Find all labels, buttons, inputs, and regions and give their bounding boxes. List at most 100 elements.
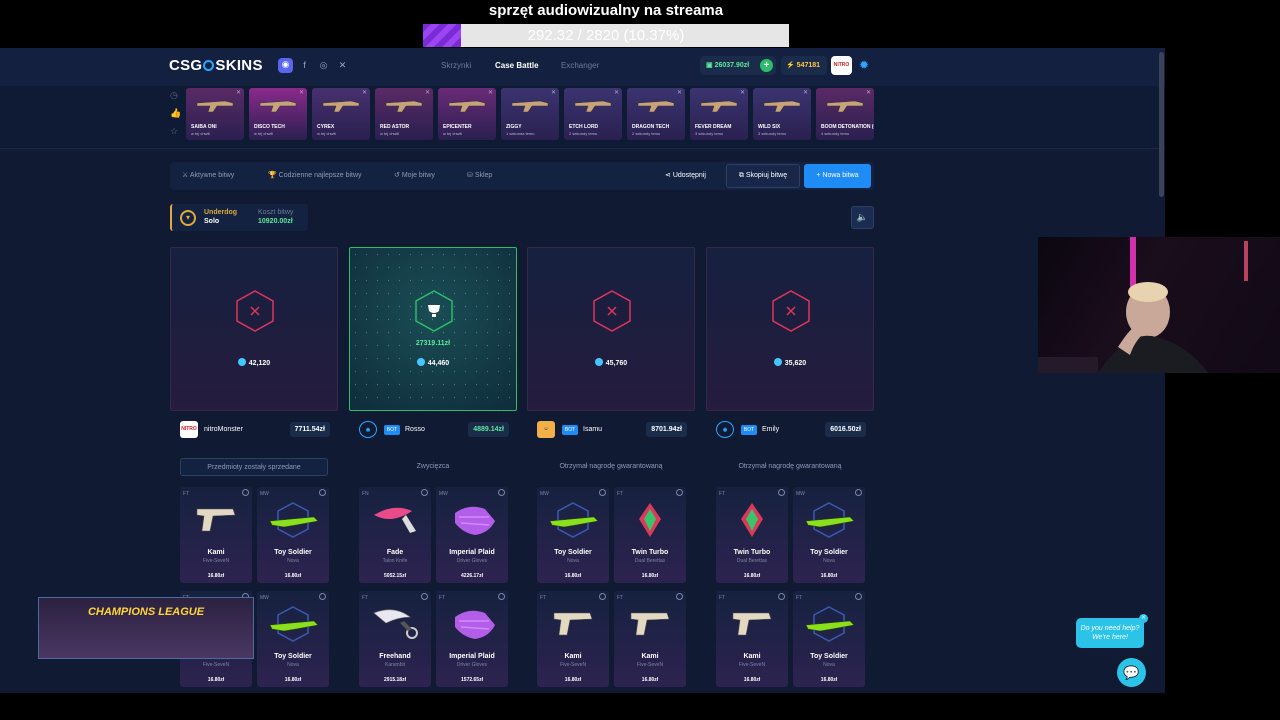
diamond-icon (773, 358, 782, 366)
page-scrollbar[interactable] (1159, 52, 1164, 197)
live-drop-name: ZIGGY (506, 124, 522, 130)
item-card[interactable]: FT Kami Five-SeveN 16.80zł (537, 591, 609, 687)
item-card[interactable]: FT Kami Five-SeveN 16.80zł (716, 591, 788, 687)
live-drop-card[interactable]: ZIGGY 1 sekunda temu ✕ (501, 88, 559, 140)
close-icon[interactable]: ✕ (1139, 614, 1148, 623)
info-icon[interactable] (599, 593, 606, 600)
player-status[interactable]: Przedmioty zostały sprzedane (180, 458, 328, 476)
live-drop-card[interactable]: WILD SIX 3 sekundy temu ✕ (753, 88, 811, 140)
info-icon[interactable] (676, 489, 683, 496)
chat-button[interactable]: 💬 (1117, 658, 1146, 687)
close-icon[interactable]: ✕ (488, 89, 493, 96)
facebook-icon[interactable]: f (298, 59, 311, 72)
info-icon[interactable] (242, 489, 249, 496)
close-icon[interactable]: ✕ (425, 89, 430, 96)
close-icon[interactable]: ✕ (803, 89, 808, 96)
new-battle-button[interactable]: + Nowa bitwa (804, 164, 871, 188)
add-balance-button[interactable]: + (760, 59, 773, 72)
item-card[interactable]: FT Kami Five-SeveN 16.80zł (180, 487, 252, 583)
close-icon[interactable]: ✕ (362, 89, 367, 96)
item-value: 16.80zł (820, 573, 838, 579)
tab-my-battles[interactable]: ↺ Moje bitwy (394, 171, 435, 179)
tab-daily-best[interactable]: 🏆 Codzienne najlepsze bitwy (268, 171, 362, 179)
item-card[interactable]: MW Toy Soldier Nova 16.80zł (793, 487, 865, 583)
item-card[interactable]: MW Imperial Plaid Driver Gloves 4226.17zł (436, 487, 508, 583)
info-icon[interactable] (855, 489, 862, 496)
bot-badge: BOT (741, 425, 757, 435)
avatar[interactable]: ☺ (537, 421, 555, 438)
copy-battle-button[interactable]: ⧉ Skopiuj bitwę (726, 164, 800, 188)
info-icon[interactable] (676, 593, 683, 600)
item-card[interactable]: FT Twin Turbo Dual Berettas 16.80zł (614, 487, 686, 583)
info-icon[interactable] (498, 593, 505, 600)
item-name: Kami (743, 653, 761, 660)
info-icon[interactable] (778, 489, 785, 496)
live-drop-card[interactable]: RED ASTOR w tej chwili ✕ (375, 88, 433, 140)
balance[interactable]: ▣ 26037.90zł + (700, 56, 776, 75)
info-icon[interactable] (778, 593, 785, 600)
info-icon[interactable] (599, 489, 606, 496)
item-card[interactable]: FT Toy Soldier Nova 16.80zł (793, 591, 865, 687)
info-icon[interactable] (319, 593, 326, 600)
player-row: ◉ BOT Rosso 4889.14zł (349, 420, 517, 440)
live-drop-card[interactable]: SAIBA ONI w tej chwili ✕ (186, 88, 244, 140)
close-icon[interactable]: ✕ (236, 89, 241, 96)
gear-icon[interactable]: ✹ (859, 58, 869, 72)
nav-case-battle[interactable]: Case Battle (495, 61, 539, 70)
close-icon[interactable]: ✕ (866, 89, 871, 96)
champions-league-overlay: CHAMPIONS LEAGUE (38, 597, 254, 659)
volume-button[interactable]: 🔈 (851, 206, 874, 229)
info-icon[interactable] (421, 489, 428, 496)
live-drop-card[interactable]: DRAGON TECH 2 sekundy temu ✕ (627, 88, 685, 140)
item-weapon: Five-SeveN (202, 662, 230, 668)
coins[interactable]: ⚡ 547181 (781, 56, 827, 75)
close-icon[interactable]: ✕ (677, 89, 682, 96)
info-icon[interactable] (421, 593, 428, 600)
live-drop-card[interactable]: CYREX w tej chwili ✕ (312, 88, 370, 140)
share-button[interactable]: ⋖ Udostępnij (665, 171, 706, 179)
player-name[interactable]: nitroMonster (204, 426, 243, 433)
info-icon[interactable] (855, 593, 862, 600)
item-card[interactable]: MW Toy Soldier Nova 16.80zł (537, 487, 609, 583)
close-icon[interactable]: ✕ (299, 89, 304, 96)
avatar[interactable]: ◉ (716, 421, 734, 438)
live-drop-name: ETCH LORD (569, 124, 599, 130)
instagram-icon[interactable]: ◎ (317, 59, 330, 72)
nav-exchanger[interactable]: Exchanger (561, 61, 599, 70)
player-score: 45,760 (528, 358, 694, 367)
player-name[interactable]: Rosso (405, 426, 425, 433)
close-icon[interactable]: ✕ (614, 89, 619, 96)
nav-cases[interactable]: Skrzynki (441, 61, 471, 70)
avatar[interactable]: NITRO (180, 421, 198, 438)
thumb-up-icon[interactable]: 👍 (170, 108, 181, 119)
help-bubble[interactable]: Do you need help? We're here! (1076, 618, 1144, 648)
x-icon[interactable]: ✕ (336, 59, 349, 72)
tab-shop[interactable]: ⛁ Sklep (467, 171, 492, 179)
discord-icon[interactable]: ◉ (278, 58, 293, 73)
item-card[interactable]: MW Toy Soldier Nova 16.80zł (257, 487, 329, 583)
user-avatar[interactable]: NITRO (831, 56, 852, 75)
info-icon[interactable] (319, 489, 326, 496)
item-card[interactable]: MW Toy Soldier Nova 16.80zł (257, 591, 329, 687)
live-drop-card[interactable]: DISCO TECH w tej chwili ✕ (249, 88, 307, 140)
live-drop-card[interactable]: FEVER DREAM 3 sekundy temu ✕ (690, 88, 748, 140)
player-name[interactable]: Isamu (583, 426, 602, 433)
close-icon[interactable]: ✕ (740, 89, 745, 96)
item-card[interactable]: FN Fade Talon Knife 5052.15zł (359, 487, 431, 583)
item-card[interactable]: FT Twin Turbo Dual Berettas 16.80zł (716, 487, 788, 583)
site-logo[interactable]: CSG SKINS (169, 57, 263, 74)
item-value: 16.80zł (564, 677, 582, 683)
tab-active-battles[interactable]: ⚔ Aktywne bitwy (182, 171, 234, 179)
star-icon[interactable]: ☆ (170, 126, 178, 137)
live-drop-card[interactable]: EPICENTER w tej chwili ✕ (438, 88, 496, 140)
player-name[interactable]: Emily (762, 426, 779, 433)
clock-icon[interactable]: ◷ (170, 90, 178, 101)
item-card[interactable]: FT Kami Five-SeveN 16.80zł (614, 591, 686, 687)
live-drop-card[interactable]: BOOM DETONATION (GLITTER)4 sekundy temu ✕ (816, 88, 874, 140)
avatar[interactable]: ◉ (359, 421, 377, 438)
info-icon[interactable] (498, 489, 505, 496)
item-card[interactable]: FT Freehand Karambit 2915.18zł (359, 591, 431, 687)
item-card[interactable]: FT Imperial Plaid Driver Gloves 1572.65zł (436, 591, 508, 687)
live-drop-card[interactable]: ETCH LORD 2 sekundy temu ✕ (564, 88, 622, 140)
close-icon[interactable]: ✕ (551, 89, 556, 96)
